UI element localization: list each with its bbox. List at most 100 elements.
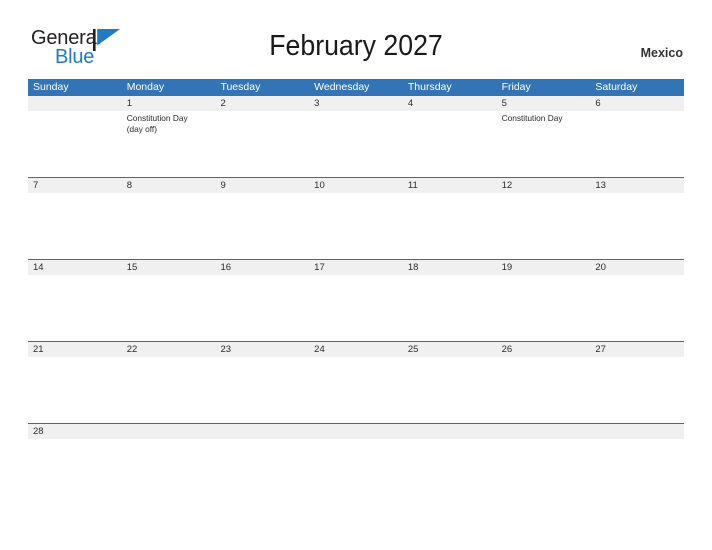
- week-event-band: Constitution Day (day off) Constitution Da…: [28, 111, 684, 177]
- week-date-band: 28: [28, 424, 684, 439]
- day-number: [590, 424, 684, 439]
- week-date-band: 123456: [28, 96, 684, 111]
- day-events-cell: [309, 439, 403, 454]
- day-number[interactable]: 3: [309, 96, 403, 111]
- week-event-band: [28, 193, 684, 259]
- day-events-cell: [215, 357, 309, 423]
- day-events-cell: [497, 439, 591, 454]
- day-events-cell: [497, 193, 591, 259]
- day-events-cell: [122, 439, 216, 454]
- country-label: Mexico: [640, 46, 683, 60]
- day-number[interactable]: 25: [403, 342, 497, 357]
- day-events-cell[interactable]: Constitution Day: [497, 111, 591, 177]
- calendar-week-row: 21 22 23 24 25 26 27: [28, 341, 684, 423]
- day-number: [122, 424, 216, 439]
- day-number[interactable]: 26: [497, 342, 591, 357]
- day-number[interactable]: 28: [28, 424, 122, 439]
- day-number[interactable]: 24: [309, 342, 403, 357]
- day-number: [497, 424, 591, 439]
- week-event-band: [28, 439, 684, 454]
- day-events-cell: [309, 275, 403, 341]
- day-number: [28, 96, 122, 111]
- weekday-header-friday: Friday: [501, 81, 531, 93]
- event-text: Constitution Day: [501, 113, 563, 123]
- weekday-header-tuesday: Tuesday: [220, 81, 261, 93]
- event-text: Constitution Day: [126, 113, 188, 123]
- day-events-cell: [215, 193, 309, 259]
- day-number[interactable]: 13: [590, 178, 684, 193]
- day-number[interactable]: 6: [590, 96, 684, 111]
- calendar-week-row: 14 15 16 17 18 19 20: [28, 259, 684, 341]
- day-number[interactable]: 8: [122, 178, 216, 193]
- day-events-cell: [28, 439, 122, 454]
- calendar-week-row: 1 2 3 4 5 6 Constitution Day (day off) Constitut…: [28, 96, 684, 177]
- day-events-cell: [28, 193, 122, 259]
- day-events-cell: [590, 357, 684, 423]
- day-events-cell: [215, 439, 309, 454]
- day-number[interactable]: 14: [28, 260, 122, 275]
- day-number[interactable]: 12: [497, 178, 591, 193]
- day-events-cell: [590, 111, 684, 177]
- day-events-cell: [122, 357, 216, 423]
- weekday-header-thursday: Thursday: [407, 81, 452, 93]
- page-title: February 2027: [269, 30, 443, 62]
- day-events-cell: [122, 193, 216, 259]
- event-text: (day off): [126, 123, 158, 134]
- day-events-cell: [590, 193, 684, 259]
- day-events-cell: [28, 357, 122, 423]
- day-number[interactable]: 19: [497, 260, 591, 275]
- day-events-cell: [590, 439, 684, 454]
- day-events-cell: [28, 111, 122, 177]
- day-events-cell: [309, 111, 403, 177]
- day-number[interactable]: 20: [590, 260, 684, 275]
- day-events-cell: [403, 275, 497, 341]
- day-number: [215, 424, 309, 439]
- day-events-cell: [28, 275, 122, 341]
- page-header: General Blue February 2027 Mexico: [0, 0, 712, 67]
- day-events-cell: [590, 275, 684, 341]
- day-number[interactable]: 15: [122, 260, 216, 275]
- day-number[interactable]: 10: [309, 178, 403, 193]
- day-events-cell: [403, 193, 497, 259]
- day-number[interactable]: 4: [403, 96, 497, 111]
- day-number[interactable]: 22: [122, 342, 216, 357]
- day-number[interactable]: 17: [309, 260, 403, 275]
- week-date-band: 14 15 16 17 18 19 20: [28, 260, 684, 275]
- day-events-cell: [497, 357, 591, 423]
- weekday-header-sunday: Sunday: [33, 81, 69, 93]
- day-number: [403, 424, 497, 439]
- day-number: [309, 424, 403, 439]
- day-number[interactable]: 2: [215, 96, 309, 111]
- day-events-cell: [215, 275, 309, 341]
- day-events-cell: [403, 357, 497, 423]
- week-date-band: 7 8 9 10 11 12 13: [28, 178, 684, 193]
- calendar-grid: Sunday Monday Tuesday Wednesday Thursday…: [28, 79, 684, 454]
- day-events-cell: [309, 193, 403, 259]
- day-events-cell: [403, 439, 497, 454]
- day-number[interactable]: 21: [28, 342, 122, 357]
- week-date-band: 21 22 23 24 25 26 27: [28, 342, 684, 357]
- week-event-band: [28, 357, 684, 423]
- day-number[interactable]: 11: [403, 178, 497, 193]
- week-event-band: [28, 275, 684, 341]
- weekday-header-wednesday: Wednesday: [314, 81, 370, 93]
- day-events-cell: [215, 111, 309, 177]
- day-number[interactable]: 27: [590, 342, 684, 357]
- day-events-cell[interactable]: Constitution Day (day off): [122, 111, 216, 177]
- day-events-cell: [403, 111, 497, 177]
- day-events-cell: [497, 275, 591, 341]
- day-number[interactable]: 5: [497, 96, 591, 111]
- day-number[interactable]: 7: [28, 178, 122, 193]
- day-number[interactable]: 9: [215, 178, 309, 193]
- weekday-header-row: Sunday Monday Tuesday Wednesday Thursday…: [28, 79, 684, 96]
- day-number[interactable]: 18: [403, 260, 497, 275]
- day-number[interactable]: 1: [122, 96, 216, 111]
- weekday-header-saturday: Saturday: [595, 81, 638, 93]
- day-number[interactable]: 23: [215, 342, 309, 357]
- calendar-weeks: 1 2 3 4 5 6 Constitution Day (day off) Constitut…: [28, 96, 684, 454]
- day-number[interactable]: 16: [215, 260, 309, 275]
- calendar-week-row: 28: [28, 423, 684, 454]
- calendar-week-row: 7 8 9 10 11 12 13: [28, 177, 684, 259]
- day-events-cell: [309, 357, 403, 423]
- day-events-cell: [122, 275, 216, 341]
